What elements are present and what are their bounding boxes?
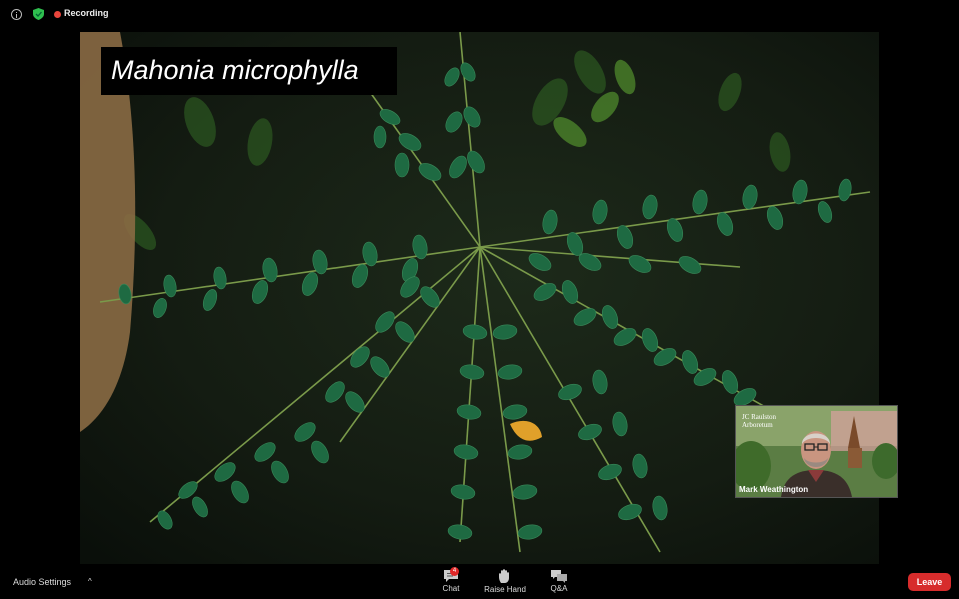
meeting-top-bar: Recording xyxy=(0,0,959,28)
slide-caption-box: Mahonia microphylla xyxy=(101,47,397,95)
qa-icon xyxy=(551,570,567,583)
participant-video-thumbnail[interactable]: JC Raulston Arboretum Mark Weathington xyxy=(735,405,898,498)
recording-label: Recording xyxy=(64,8,109,18)
info-icon[interactable] xyxy=(11,9,22,20)
qa-button[interactable]: Q&A xyxy=(547,569,571,593)
meeting-controls-bar: Audio Settings ^ 4 Chat Raise Hand Q&A L… xyxy=(0,566,959,599)
chevron-up-icon[interactable]: ^ xyxy=(88,577,92,586)
recording-indicator-dot xyxy=(54,11,61,18)
shield-icon[interactable] xyxy=(33,8,44,20)
chat-label: Chat xyxy=(442,584,460,593)
audio-settings-button[interactable]: Audio Settings xyxy=(13,577,71,587)
plant-name-caption: Mahonia microphylla xyxy=(111,55,359,85)
raise-hand-button[interactable]: Raise Hand xyxy=(482,569,528,594)
participant-name-label: Mark Weathington xyxy=(739,485,809,494)
chat-button[interactable]: 4 Chat xyxy=(440,567,462,593)
leave-button[interactable]: Leave xyxy=(908,573,951,591)
chat-unread-badge: 4 xyxy=(450,567,459,576)
qa-label: Q&A xyxy=(550,584,568,593)
arboretum-logo-text: JC Raulston Arboretum xyxy=(742,413,777,429)
raise-hand-label: Raise Hand xyxy=(484,585,526,594)
hand-icon xyxy=(499,569,509,583)
